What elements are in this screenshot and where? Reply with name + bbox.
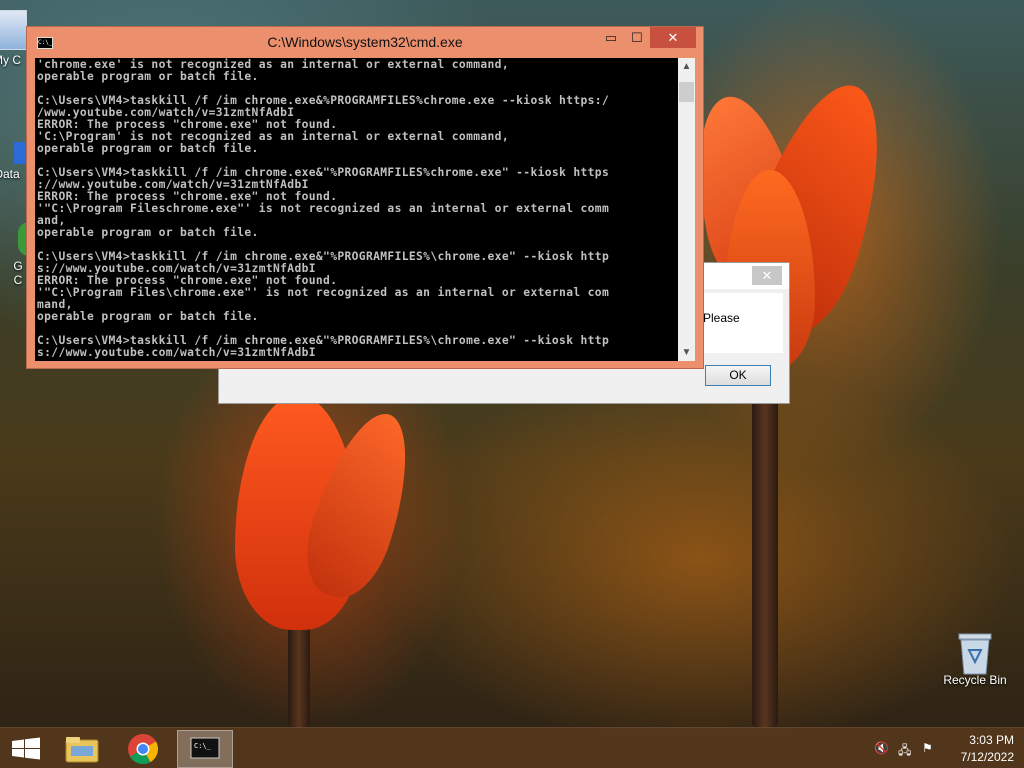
start-button[interactable] — [0, 730, 56, 768]
file-explorer-icon — [65, 737, 99, 763]
desktop-icon-label: Recycle Bin — [943, 673, 1007, 687]
clock-time: 3:03 PM — [969, 733, 1014, 747]
cmd-icon: C:\_ — [190, 737, 220, 759]
dialog-close-button[interactable]: ✕ — [752, 266, 782, 285]
desktop-icon-label: Data — [0, 167, 20, 181]
minimize-button[interactable]: ▭ — [598, 27, 624, 48]
action-center-flag-icon[interactable]: ⚑ — [922, 741, 938, 757]
vertical-scrollbar[interactable]: ▲ ▼ — [678, 58, 695, 361]
dialog-message-text: Please — [703, 311, 740, 325]
chrome-icon — [128, 734, 159, 765]
computer-icon — [0, 10, 27, 50]
scroll-up-arrow-icon[interactable]: ▲ — [678, 58, 695, 75]
svg-text:C:\_: C:\_ — [194, 742, 212, 750]
clock-date: 7/12/2022 — [960, 750, 1014, 764]
volume-muted-icon[interactable]: 🔇 — [874, 741, 890, 757]
maximize-button[interactable]: ☐ — [624, 27, 650, 48]
start-icon — [12, 737, 40, 760]
recycle-bin-icon — [955, 630, 995, 675]
scroll-thumb[interactable] — [679, 82, 694, 102]
cmd-window: C:\_ C:\Windows\system32\cmd.exe ▭ ☐ ✕ '… — [26, 26, 704, 369]
desktop-icon-label: My C — [0, 53, 21, 67]
desktop-icon-recycle-bin[interactable]: Recycle Bin — [940, 630, 1010, 687]
ok-button[interactable]: OK — [705, 365, 771, 386]
console-output[interactable]: 'chrome.exe' is not recognized as an int… — [35, 58, 678, 361]
taskbar-cmd[interactable]: C:\_ — [177, 730, 233, 768]
taskbar-clock[interactable]: 3:03 PM 7/12/2022 — [944, 732, 1014, 766]
taskbar: C:\_ 🔇 🖧 ⚑ 3:03 PM 7/12/2022 — [0, 727, 1024, 768]
close-button[interactable]: ✕ — [650, 27, 696, 48]
network-icon[interactable]: 🖧 — [898, 741, 914, 757]
taskbar-file-explorer[interactable] — [55, 730, 111, 768]
scroll-down-arrow-icon[interactable]: ▼ — [678, 344, 695, 361]
taskbar-chrome[interactable] — [115, 730, 171, 768]
console-text: 'chrome.exe' is not recognized as an int… — [37, 58, 610, 359]
